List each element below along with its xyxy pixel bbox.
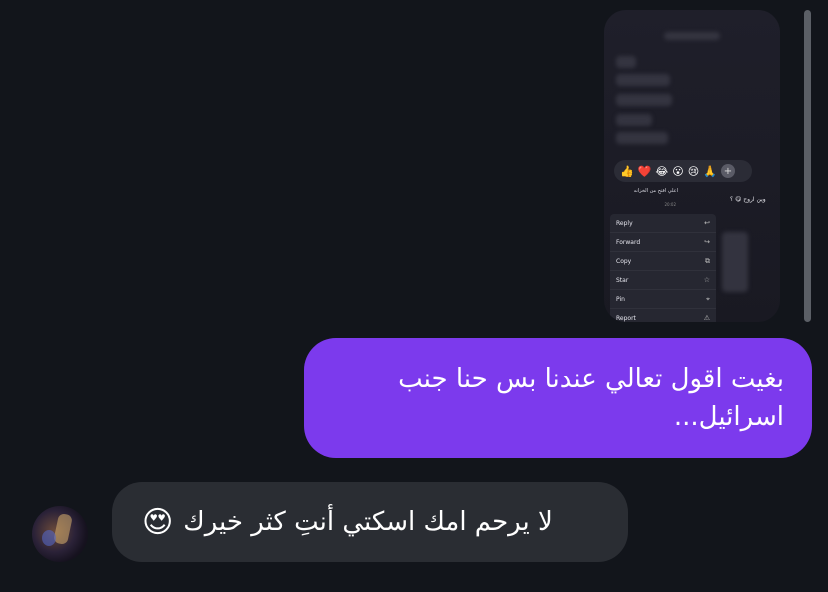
star-icon: ☆ [703,276,710,284]
context-menu: Reply ↩ Forward ↪ Copy ⧉ Star ☆ Pin ⌖ Re… [610,214,716,322]
reaction-emoji: 😮 [672,164,684,178]
menu-item-reply: Reply ↩ [610,214,716,233]
avatar[interactable] [32,506,88,562]
quoted-message: اعلي افتح من الخزانه 20:02 [612,188,678,208]
reaction-emoji: ❤️ [637,164,652,178]
reaction-bar: 👍 ❤️ 😂 😮 😢 🙏 + [614,160,752,182]
menu-item-star: Star ☆ [610,271,716,290]
reaction-emoji: 👍 [620,164,634,178]
menu-item-pin: Pin ⌖ [610,290,716,309]
reaction-emoji: 😢 [687,164,700,178]
menu-item-copy: Copy ⧉ [610,252,716,271]
outgoing-message-text: بغيت اقول تعالي عندنا بس حنا جنب اسرائيل… [398,364,784,432]
shared-screenshot[interactable]: 👍 ❤️ 😂 😮 😢 🙏 + اعلي افتح من الخزانه 20:0… [604,10,780,322]
reaction-emoji: 🙏 [703,164,717,178]
report-icon: ⚠ [703,314,710,322]
incoming-message-text: لا يرحم امك اسكتي أنتِ كثر خيرك [183,507,553,537]
menu-item-report: Report ⚠ [616,314,710,322]
pin-icon: ⌖ [706,294,710,303]
side-text: وين اروح 😋 ؟ [730,196,766,203]
menu-item-forward: Forward ↪ [610,233,716,252]
reply-icon: ↩ [704,219,710,227]
quoted-text: اعلي افتح من الخزانه [633,188,678,194]
reaction-emoji: 😂 [655,164,669,178]
scrollbar[interactable] [804,10,811,322]
outgoing-message-bubble[interactable]: بغيت اقول تعالي عندنا بس حنا جنب اسرائيل… [304,338,812,458]
incoming-message-bubble[interactable]: لا يرحم امك اسكتي أنتِ كثر خيرك 😍 [112,482,628,562]
quoted-time: 20:02 [664,202,676,207]
forward-icon: ↪ [704,238,710,246]
plus-icon: + [720,164,735,178]
copy-icon: ⧉ [705,256,710,265]
heart-eyes-emoji-icon: 😍 [142,504,174,540]
